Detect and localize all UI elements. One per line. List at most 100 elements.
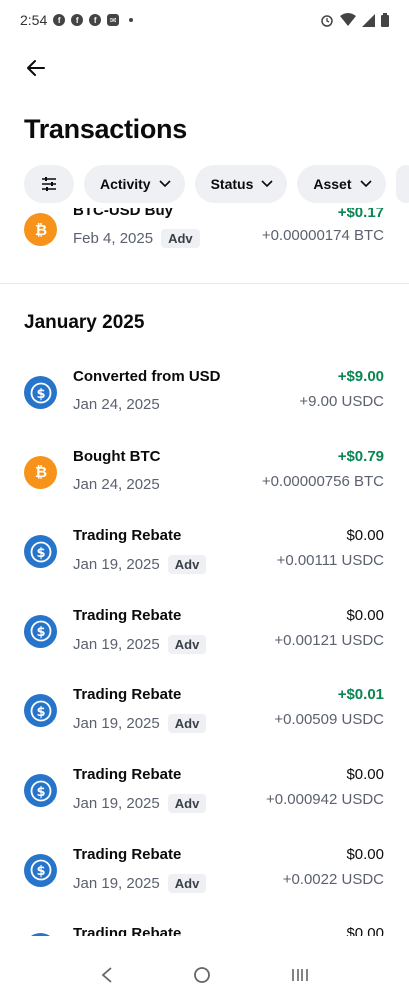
transaction-amount: +$0.01 — [337, 686, 384, 704]
transaction-crypto-amount: +0.00509 USDC — [274, 711, 384, 729]
chevron-down-icon — [159, 180, 171, 188]
transaction-row[interactable]: $ Trading Rebate $0.00 — [0, 925, 409, 936]
svg-text:₿: ₿ — [34, 221, 46, 239]
transaction-list[interactable]: ₿ BTC-USD Buy Feb 4, 2025 Adv +$0.17 +0.… — [0, 208, 409, 936]
status-bar: 2:54 f f f ✉ — [0, 0, 409, 40]
asset-filter-chip[interactable]: Asset — [297, 165, 386, 203]
facebook-notification-icon: f — [89, 14, 102, 26]
status-time: 2:54 — [20, 12, 48, 28]
transaction-name: Trading Rebate — [73, 686, 182, 704]
transaction-amount: $0.00 — [346, 527, 384, 545]
transaction-date: Jan 19, 2025 — [73, 795, 160, 812]
transaction-name: Bought BTC — [73, 447, 161, 465]
chat-notification-icon: ✉ — [107, 14, 120, 26]
usdc-icon: $ — [24, 774, 57, 807]
transaction-row[interactable]: $ Trading Rebate Jan 19, 2025 Adv $0.00 +0.00… — [0, 607, 409, 677]
transaction-row[interactable]: ₿ Bought BTC Jan 24, 2025 +$0.79 +0.00000756… — [0, 448, 409, 518]
transaction-row[interactable]: $ Trading Rebate Jan 19, 2025 Adv $0.00 +0.00… — [0, 527, 409, 597]
adv-badge: Adv — [161, 229, 200, 248]
bitcoin-icon: ₿ — [24, 213, 57, 246]
system-navigation-bar — [0, 950, 409, 1000]
more-filter-chip[interactable] — [395, 165, 409, 203]
transaction-amount: $0.00 — [346, 606, 384, 624]
page-title: Transactions — [24, 114, 187, 144]
transaction-crypto-amount: +0.00121 USDC — [274, 631, 384, 649]
facebook-notification-icon: f — [71, 14, 84, 26]
transaction-date-row: Jan 19, 2025 Adv — [73, 794, 207, 813]
adv-badge: Adv — [167, 714, 207, 734]
transaction-name: Trading Rebate — [73, 766, 182, 783]
transaction-date-row: Jan 19, 2025 Adv — [73, 634, 207, 654]
svg-text:$: $ — [36, 785, 45, 800]
nav-back-icon[interactable] — [100, 966, 114, 984]
transaction-crypto-amount: +0.000942 USDC — [266, 791, 384, 808]
transaction-date-row: Jan 19, 2025 Adv — [73, 714, 207, 734]
transaction-row[interactable]: $ Trading Rebate Jan 19, 2025 Adv +$0.01 +0.0… — [0, 686, 409, 756]
activity-filter-chip[interactable]: Activity — [84, 165, 185, 203]
month-heading: January 2025 — [24, 312, 145, 333]
adv-badge: Adv — [167, 873, 207, 893]
nav-recents-icon[interactable] — [291, 967, 309, 983]
transaction-date-row: Jan 19, 2025 Adv — [73, 555, 207, 575]
transaction-name: Converted from USD — [73, 368, 221, 385]
chevron-down-icon — [359, 180, 372, 188]
transaction-date: Jan 24, 2025 — [73, 396, 160, 413]
arrow-left-icon — [27, 60, 45, 76]
sliders-icon — [42, 177, 56, 191]
transaction-amount: +$0.79 — [337, 447, 384, 465]
transaction-crypto-amount: +9.00 USDC — [299, 393, 384, 410]
transaction-name: Trading Rebate — [73, 845, 182, 863]
transaction-crypto-amount: +0.00111 USDC — [276, 552, 384, 570]
more-notifications-icon — [129, 18, 134, 22]
transaction-date: Jan 19, 2025 — [73, 874, 160, 892]
svg-text:$: $ — [36, 625, 45, 640]
transaction-name: BTC-USD Buy — [73, 208, 173, 219]
adv-badge: Adv — [167, 794, 207, 813]
usdc-icon: $ — [24, 933, 57, 936]
transaction-name: Trading Rebate — [73, 527, 182, 545]
transaction-name: Trading Rebate — [73, 925, 182, 936]
transaction-crypto-amount: +0.00000756 BTC — [261, 472, 384, 490]
usdc-icon: $ — [24, 614, 57, 648]
adv-badge: Adv — [167, 634, 207, 654]
transaction-date-row: Jan 24, 2025 — [73, 396, 160, 413]
transaction-crypto-amount: +0.00000174 BTC — [261, 227, 384, 244]
transaction-name: Trading Rebate — [73, 606, 182, 624]
usdc-icon: $ — [24, 376, 57, 409]
transaction-date-row: Feb 4, 2025 Adv — [73, 229, 200, 248]
status-filter-chip[interactable]: Status — [194, 165, 288, 203]
filter-settings-button[interactable] — [24, 165, 74, 203]
svg-text:$: $ — [36, 546, 45, 561]
transaction-date: Jan 19, 2025 — [73, 556, 160, 574]
transaction-crypto-amount: +0.0022 USDC — [282, 870, 384, 888]
usdc-icon: $ — [24, 694, 57, 728]
transaction-date-row: Jan 19, 2025 Adv — [73, 873, 207, 893]
signal-icon — [362, 13, 375, 27]
bitcoin-icon: ₿ — [24, 455, 57, 489]
adv-badge: Adv — [167, 555, 207, 575]
usdc-icon: $ — [24, 853, 57, 887]
chip-label: Asset — [313, 176, 352, 192]
transaction-row[interactable]: ₿ BTC-USD Buy Feb 4, 2025 Adv +$0.17 +0.… — [0, 208, 409, 270]
chevron-down-icon — [261, 180, 273, 188]
transaction-amount: +$0.17 — [337, 208, 384, 221]
transaction-date: Jan 19, 2025 — [73, 635, 160, 653]
usdc-icon: $ — [24, 535, 57, 569]
chip-label: Activity — [100, 176, 151, 192]
svg-text:₿: ₿ — [34, 463, 46, 481]
chip-label: Status — [210, 176, 254, 192]
svg-text:$: $ — [36, 705, 45, 720]
transaction-date: Jan 19, 2025 — [73, 715, 160, 733]
back-button[interactable] — [16, 52, 56, 84]
transaction-date: Feb 4, 2025 — [73, 230, 154, 247]
transaction-row[interactable]: $ Converted from USD Jan 24, 2025 +$9.00 +9.… — [0, 368, 409, 438]
wifi-icon — [340, 13, 356, 26]
transaction-row[interactable]: $ Trading Rebate Jan 19, 2025 Adv $0.00 +0.00… — [0, 766, 409, 836]
transaction-amount: +$9.00 — [337, 368, 384, 385]
transaction-date: Jan 24, 2025 — [73, 475, 160, 493]
transaction-row[interactable]: $ Trading Rebate Jan 19, 2025 Adv $0.00 +0.00… — [0, 846, 409, 916]
nav-home-icon[interactable] — [193, 966, 211, 984]
filter-bar: Activity Status Asset — [24, 165, 409, 203]
section-divider — [0, 283, 409, 284]
svg-text:$: $ — [36, 387, 45, 402]
